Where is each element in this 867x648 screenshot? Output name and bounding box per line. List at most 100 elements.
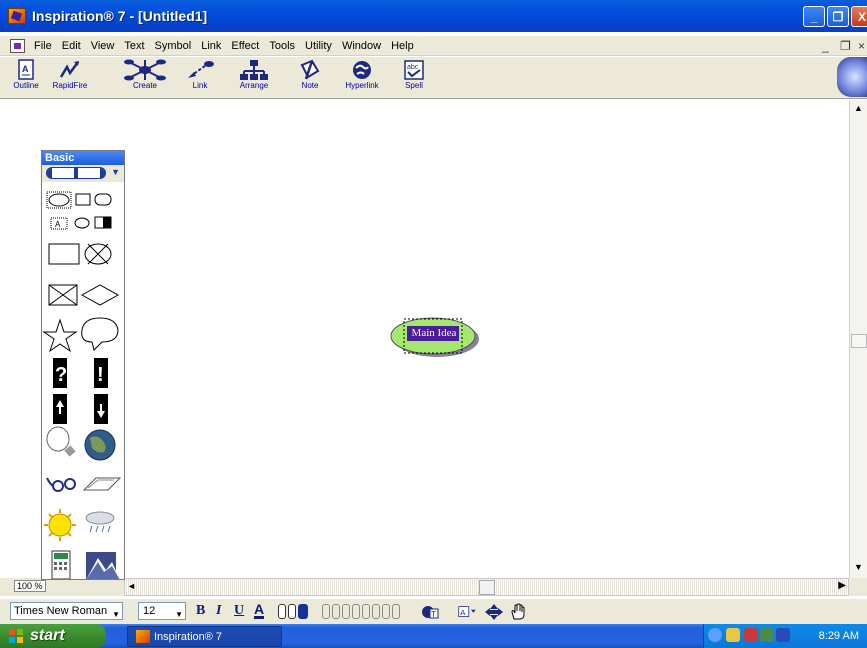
speech-bubble-symbol[interactable] (81, 317, 119, 351)
up-arrow-symbol[interactable] (53, 394, 67, 424)
book-symbol[interactable] (82, 477, 122, 491)
vertical-scrollbar[interactable]: ▲ ▼ (849, 100, 867, 578)
lightbulb-symbol[interactable] (46, 426, 76, 457)
scroll-left-arrow-icon[interactable]: ◄ (127, 581, 136, 591)
mountains-symbol[interactable] (86, 552, 120, 580)
crossed-oval-symbol[interactable] (84, 243, 112, 265)
globe-symbol[interactable] (84, 429, 116, 461)
text-color-button[interactable]: A (254, 602, 265, 619)
document-icon[interactable] (10, 38, 25, 53)
font-size-select[interactable]: 12 ▼ (138, 602, 186, 620)
underline-button[interactable]: U (234, 603, 244, 619)
oval-symbol[interactable] (46, 191, 72, 209)
minimize-button[interactable]: _ (803, 6, 825, 27)
mdi-close-button[interactable]: × (858, 39, 865, 53)
tray-app-icon[interactable] (760, 628, 774, 642)
swatch-empty-1[interactable] (278, 604, 286, 619)
outline-button[interactable]: A Outline (2, 59, 50, 97)
size-dropdown-icon[interactable]: ▼ (175, 607, 183, 623)
tray-network-icon[interactable] (726, 628, 740, 642)
eyeglasses-symbol[interactable] (46, 477, 76, 492)
menu-edit[interactable]: Edit (57, 40, 86, 52)
close-button[interactable]: X (851, 6, 867, 27)
scroll-right-arrow-icon[interactable]: ▶ (838, 580, 846, 591)
app-icon[interactable] (8, 8, 26, 24)
clock[interactable]: 8:29 AM (819, 630, 859, 642)
question-symbol[interactable]: ? (53, 358, 67, 388)
taskbar-inspiration-button[interactable]: Inspiration® 7 (127, 626, 282, 647)
font-dropdown-icon[interactable]: ▼ (112, 607, 120, 623)
large-rectangle-symbol[interactable] (48, 243, 80, 265)
menu-text[interactable]: Text (119, 40, 149, 52)
menu-tools[interactable]: Tools (264, 40, 300, 52)
labeled-rect-symbol[interactable]: A (50, 217, 68, 230)
hand-pan-icon[interactable] (508, 602, 528, 622)
system-tray: 8:29 AM (703, 624, 867, 648)
palette-dropdown-icon[interactable]: ▼ (111, 167, 120, 177)
horizontal-scroll-thumb[interactable] (479, 580, 495, 595)
create-button[interactable]: Create (120, 59, 170, 97)
font-size-value: 12 (143, 605, 156, 617)
tray-messenger-icon[interactable] (776, 628, 790, 642)
title-bar[interactable]: Inspiration® 7 - [Untitled1] _ ❐ X (0, 0, 867, 32)
mdi-restore-button[interactable]: ❐ (840, 39, 851, 53)
rain-cloud-symbol[interactable] (85, 511, 115, 533)
font-style-icon[interactable]: A (458, 602, 478, 622)
move-icon[interactable] (484, 602, 504, 622)
note-button[interactable]: Note (286, 59, 334, 97)
link-button[interactable]: Link (176, 59, 224, 97)
inspiration-task-icon (136, 630, 150, 643)
menu-symbol[interactable]: Symbol (150, 40, 197, 52)
bold-button[interactable]: B (196, 603, 205, 619)
italic-button[interactable]: I (216, 603, 221, 619)
symbol-fill-swatches[interactable] (278, 604, 310, 619)
sun-symbol[interactable] (44, 509, 76, 541)
mdi-minimize-button[interactable]: _ (822, 39, 829, 53)
scroll-up-arrow-icon[interactable]: ▲ (854, 103, 863, 113)
hyperlink-button[interactable]: Hyperlink (338, 59, 386, 97)
scroll-down-arrow-icon[interactable]: ▼ (854, 562, 863, 572)
symbol-palette[interactable]: Basic ▼ A ? ! (41, 150, 125, 580)
swatch-empty-2[interactable] (288, 604, 296, 619)
swatch-filled[interactable] (298, 604, 308, 619)
rapidfire-button[interactable]: RapidFire (46, 59, 94, 97)
zoom-level[interactable]: 100 % (14, 580, 46, 592)
text-tool-icon[interactable]: T (420, 602, 440, 622)
rectangle-symbol[interactable] (75, 193, 91, 206)
arrange-button[interactable]: Arrange (230, 59, 278, 97)
font-family-select[interactable]: Times New Roman ▼ (10, 602, 123, 620)
down-arrow-symbol[interactable] (94, 394, 108, 424)
menu-utility[interactable]: Utility (300, 40, 337, 52)
menu-effect[interactable]: Effect (226, 40, 264, 52)
maximize-button[interactable]: ❐ (827, 6, 849, 27)
menu-bar: File Edit View Text Symbol Link Effect T… (0, 36, 867, 56)
start-button[interactable]: start (0, 624, 106, 648)
start-label: start (30, 627, 65, 644)
palette-title[interactable]: Basic (42, 151, 124, 165)
palette-nav-arrows-icon[interactable] (46, 167, 106, 179)
diamond-symbol[interactable] (80, 284, 120, 306)
menu-help[interactable]: Help (386, 40, 419, 52)
menu-file[interactable]: File (29, 40, 57, 52)
menu-window[interactable]: Window (337, 40, 386, 52)
spell-button[interactable]: abc Spell (390, 59, 438, 97)
small-oval-symbol[interactable] (74, 217, 90, 229)
half-rect-symbol[interactable] (94, 216, 112, 229)
svg-text:A: A (55, 220, 61, 229)
vertical-scroll-thumb[interactable] (851, 334, 867, 348)
calendar-symbol[interactable] (51, 550, 71, 579)
tray-expand-icon[interactable] (708, 628, 722, 642)
assistant-icon[interactable] (837, 57, 867, 97)
crossed-rect-symbol[interactable] (48, 284, 78, 306)
star-symbol[interactable] (42, 318, 78, 353)
menu-view[interactable]: View (86, 40, 120, 52)
menu-link[interactable]: Link (196, 40, 226, 52)
tray-security-icon[interactable] (744, 628, 758, 642)
main-idea-text[interactable]: Main Idea (408, 327, 460, 339)
horizontal-scrollbar[interactable]: ◄ ▶ (124, 578, 849, 596)
exclamation-symbol[interactable]: ! (94, 358, 108, 388)
main-toolbar: A Outline RapidFire Create Link Arrange … (0, 57, 867, 99)
link-icon (188, 61, 214, 78)
svg-text:?: ? (55, 364, 67, 386)
rounded-rectangle-symbol[interactable] (94, 193, 112, 206)
